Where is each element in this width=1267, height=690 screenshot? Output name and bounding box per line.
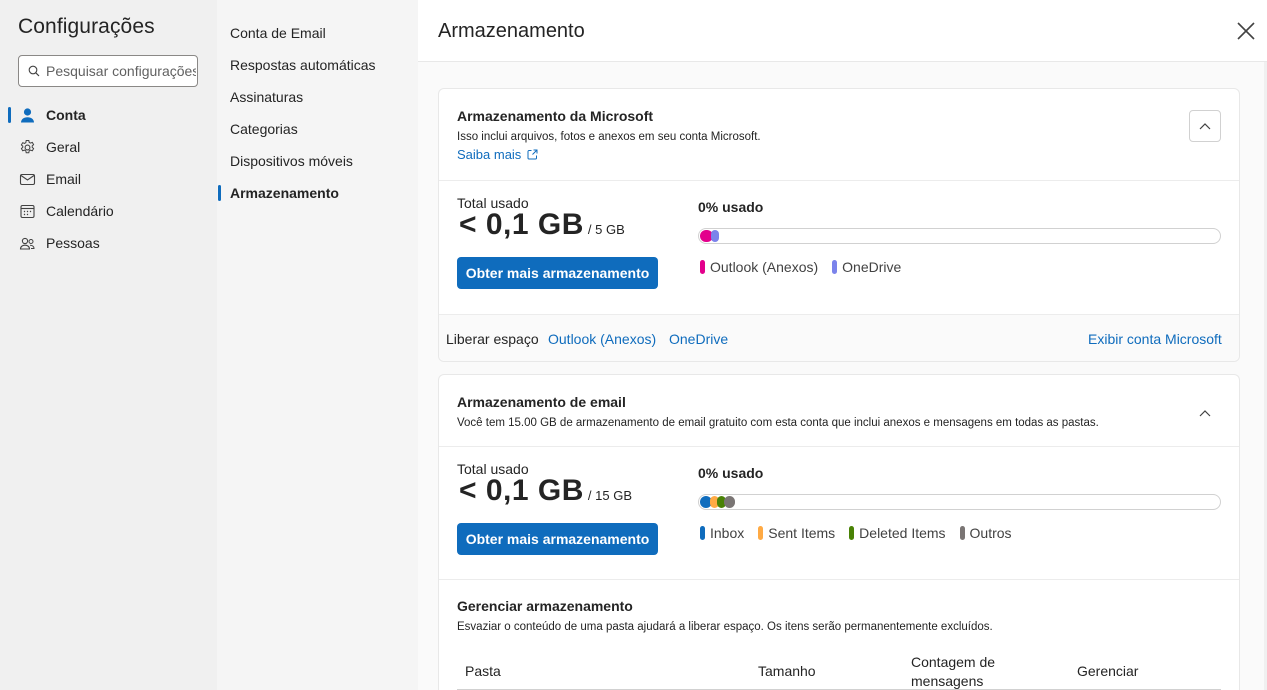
usage-segment-outros bbox=[724, 496, 735, 508]
free-space-onedrive-link[interactable]: OneDrive bbox=[669, 331, 728, 347]
usage-legend: Outlook (Anexos) OneDrive bbox=[700, 259, 915, 275]
legend-label: OneDrive bbox=[842, 259, 902, 275]
legend-item-outros: Outros bbox=[959, 525, 1012, 541]
email-usage-bar bbox=[698, 494, 1221, 510]
nav-item-label: Pessoas bbox=[46, 235, 100, 251]
gear-icon bbox=[19, 139, 36, 156]
collapse-microsoft-button[interactable] bbox=[1189, 110, 1221, 142]
learn-more-link[interactable]: Saiba mais bbox=[457, 147, 538, 162]
nav-item-label: Geral bbox=[46, 139, 81, 155]
percent-used-label: 0% usado bbox=[698, 199, 764, 215]
legend-item-deleted-items: Deleted Items bbox=[849, 525, 946, 541]
total-quota: / 15 GB bbox=[587, 488, 632, 503]
people-icon bbox=[19, 235, 36, 252]
legend-swatch bbox=[959, 526, 965, 540]
page-title: Armazenamento bbox=[438, 20, 585, 42]
get-more-storage-button[interactable]: Obter mais armazenamento bbox=[457, 257, 658, 289]
legend-label: Inbox bbox=[710, 525, 745, 541]
subnav-item-categorias[interactable]: Categorias bbox=[230, 121, 298, 137]
legend-item-outlook: Outlook (Anexos) bbox=[700, 259, 818, 275]
search-icon bbox=[28, 65, 40, 77]
subnav-item-respostas-automaticas[interactable]: Respostas automáticas bbox=[230, 57, 376, 73]
legend-label: Deleted Items bbox=[859, 525, 946, 541]
subnav-item-dispositivos-moveis[interactable]: Dispositivos móveis bbox=[230, 153, 353, 169]
legend-item-inbox: Inbox bbox=[700, 525, 744, 541]
mail-icon bbox=[19, 171, 36, 188]
get-more-email-storage-button[interactable]: Obter mais armazenamento bbox=[457, 523, 658, 555]
settings-title: Configurações bbox=[18, 15, 155, 38]
email-storage-description: Você tem 15.00 GB de armazenamento de em… bbox=[457, 417, 1099, 429]
search-box[interactable] bbox=[18, 55, 198, 87]
free-space-row: Liberar espaço Outlook (Anexos) OneDrive… bbox=[439, 314, 1239, 361]
column-header-gerenciar: Gerenciar bbox=[1077, 663, 1139, 679]
card-divider bbox=[439, 180, 1239, 181]
nav-item-geral[interactable]: Geral bbox=[0, 133, 217, 161]
legend-swatch bbox=[758, 526, 764, 540]
nav-item-label: Email bbox=[46, 171, 82, 187]
usage-legend: Inbox Sent Items Deleted Items Outros bbox=[700, 525, 1026, 541]
card-divider bbox=[439, 446, 1239, 447]
search-input[interactable] bbox=[46, 63, 196, 79]
nav-item-email[interactable]: Email bbox=[0, 165, 217, 193]
nav-item-calendario[interactable]: Calendário bbox=[0, 197, 217, 225]
calendar-icon bbox=[19, 203, 36, 220]
active-indicator bbox=[218, 185, 221, 201]
nav-item-conta[interactable]: Conta bbox=[0, 101, 217, 129]
subnav-item-assinaturas[interactable]: Assinaturas bbox=[230, 89, 303, 105]
close-button[interactable] bbox=[1234, 19, 1258, 43]
usage-segment-onedrive bbox=[711, 230, 719, 242]
manage-storage-description: Esvaziar o conteúdo de uma pasta ajudará… bbox=[457, 621, 993, 633]
nav-item-pessoas[interactable]: Pessoas bbox=[0, 229, 217, 257]
legend-swatch bbox=[832, 260, 838, 274]
external-link-icon bbox=[527, 149, 538, 160]
subnav-item-armazenamento[interactable]: Armazenamento bbox=[230, 185, 339, 201]
total-used-amount: < 0,1 GB bbox=[459, 474, 584, 507]
legend-swatch bbox=[700, 526, 705, 540]
free-space-label: Liberar espaço bbox=[446, 331, 539, 347]
legend-item-sent-items: Sent Items bbox=[758, 525, 835, 541]
total-quota: / 5 GB bbox=[587, 222, 625, 237]
legend-item-onedrive: OneDrive bbox=[832, 259, 901, 275]
card-divider bbox=[439, 579, 1239, 580]
storage-usage-bar bbox=[698, 228, 1221, 244]
close-icon bbox=[1237, 22, 1255, 40]
storage-scroll-area[interactable]: Armazenamento da Microsoft Isso inclui a… bbox=[418, 62, 1267, 690]
nav-item-label: Calendário bbox=[46, 203, 114, 219]
legend-label: Outlook (Anexos) bbox=[710, 259, 819, 275]
chevron-up-icon bbox=[1199, 410, 1211, 417]
nav-item-label: Conta bbox=[46, 107, 86, 123]
learn-more-label: Saiba mais bbox=[457, 147, 522, 162]
legend-label: Outros bbox=[969, 525, 1012, 541]
email-storage-card: Armazenamento de email Você tem 15.00 GB… bbox=[438, 374, 1240, 690]
settings-nav: Configurações Conta Geral Email Calendár… bbox=[0, 0, 217, 690]
collapse-email-button[interactable] bbox=[1195, 403, 1215, 423]
microsoft-storage-description: Isso inclui arquivos, fotos e anexos em … bbox=[457, 131, 761, 143]
total-used-value: < 0,1 GB/ 5 GB bbox=[459, 208, 625, 242]
chevron-up-icon bbox=[1199, 123, 1211, 130]
microsoft-storage-title: Armazenamento da Microsoft bbox=[457, 108, 654, 124]
column-header-pasta: Pasta bbox=[465, 663, 501, 679]
account-subnav: Conta de Email Respostas automáticas Ass… bbox=[217, 0, 418, 690]
subnav-item-conta-de-email[interactable]: Conta de Email bbox=[230, 25, 326, 41]
storage-panel: Armazenamento Armazenamento da Microsoft… bbox=[418, 0, 1267, 690]
legend-swatch bbox=[700, 260, 705, 274]
free-space-outlook-link[interactable]: Outlook (Anexos) bbox=[548, 331, 656, 347]
manage-storage-title: Gerenciar armazenamento bbox=[457, 598, 633, 614]
view-microsoft-account-link[interactable]: Exibir conta Microsoft bbox=[1088, 331, 1222, 347]
column-header-contagem: Contagem de mensagens bbox=[911, 654, 996, 689]
legend-label: Sent Items bbox=[768, 525, 836, 541]
total-used-amount: < 0,1 GB bbox=[459, 208, 584, 241]
percent-used-label: 0% usado bbox=[698, 465, 764, 481]
legend-swatch bbox=[849, 526, 855, 540]
column-header-tamanho: Tamanho bbox=[758, 663, 816, 679]
email-storage-title: Armazenamento de email bbox=[457, 394, 626, 410]
total-used-value: < 0,1 GB/ 15 GB bbox=[459, 474, 632, 508]
microsoft-storage-card: Armazenamento da Microsoft Isso inclui a… bbox=[438, 88, 1240, 362]
person-icon bbox=[19, 107, 36, 124]
